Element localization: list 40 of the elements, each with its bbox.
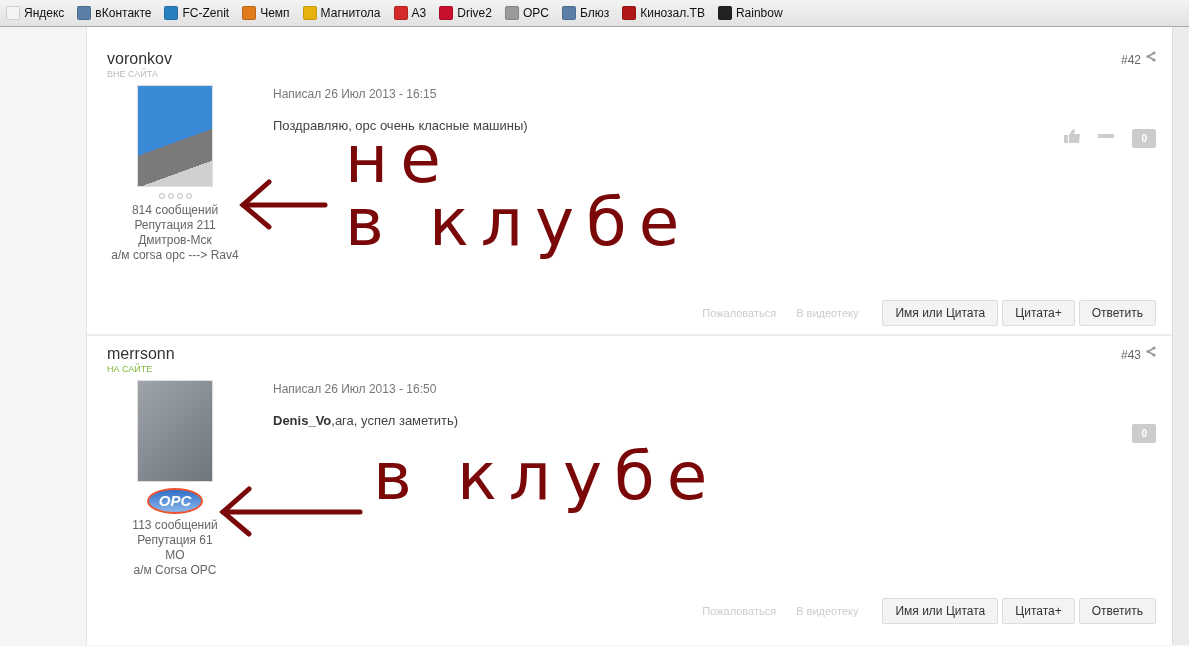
- scrollbar-track[interactable]: [1173, 27, 1189, 645]
- profile-stat: Репутация 61: [136, 533, 214, 548]
- bookmark-link[interactable]: A3: [393, 4, 427, 22]
- username[interactable]: voronkov: [107, 51, 172, 67]
- post-number[interactable]: #42: [1120, 51, 1141, 69]
- online-status: ВНЕ САЙТА: [107, 70, 159, 79]
- post-date: Написал 26 Июл 2013 - 16:15: [273, 86, 438, 103]
- reply-button[interactable]: Ответить: [1078, 598, 1156, 624]
- bookmark-link[interactable]: Drive2: [439, 4, 492, 22]
- reply-button[interactable]: Имя или Цитата: [882, 598, 999, 624]
- thumbs-up-icon[interactable]: [1064, 129, 1081, 143]
- share-icon[interactable]: [1146, 346, 1156, 357]
- reply-button[interactable]: Цитата+: [1002, 300, 1075, 326]
- profile-stat: Репутация 211: [133, 218, 217, 233]
- bookmark-link[interactable]: Магнитола: [302, 4, 381, 22]
- reply-button[interactable]: Цитата+: [1002, 598, 1075, 624]
- bookmark-link[interactable]: Яндекс: [6, 4, 65, 22]
- username[interactable]: merrsonn: [107, 346, 175, 362]
- profile-stat: а/м corsa opc ---> Rav4: [110, 248, 240, 263]
- profile-stat: 814 сообщений: [130, 203, 220, 218]
- reply-button[interactable]: Ответить: [1078, 300, 1156, 326]
- bookmark-link[interactable]: Кинозал.ТВ: [622, 4, 705, 22]
- bookmark-link[interactable]: FC-Zenit: [164, 4, 230, 22]
- bookmark-link[interactable]: Блюз: [561, 4, 610, 22]
- profile-stat: а/м Corsa OPC: [132, 563, 218, 578]
- profile-stat: Дмитров-Мск: [137, 233, 213, 248]
- bookmark-link[interactable]: OPC: [504, 4, 549, 22]
- post-message: Denis_Vo,ага, успел заметить): [273, 412, 460, 430]
- reply-button[interactable]: Имя или Цитата: [882, 300, 999, 326]
- minus-icon[interactable]: [1098, 134, 1115, 138]
- bookmark-link[interactable]: Rainbow: [717, 4, 783, 22]
- post-number[interactable]: #43: [1120, 346, 1141, 364]
- profile-stat: 113 сообщений: [131, 518, 219, 533]
- online-status: НА САЙТЕ: [107, 365, 154, 374]
- post-date: Написал 26 Июл 2013 - 16:50: [273, 381, 438, 398]
- share-icon[interactable]: [1146, 51, 1156, 62]
- bookmark-link[interactable]: вКонтакте: [77, 4, 152, 22]
- club-logo: OPC: [146, 488, 204, 514]
- profile-stat: МО: [164, 548, 186, 563]
- bookmark-link[interactable]: Чемп: [242, 4, 290, 22]
